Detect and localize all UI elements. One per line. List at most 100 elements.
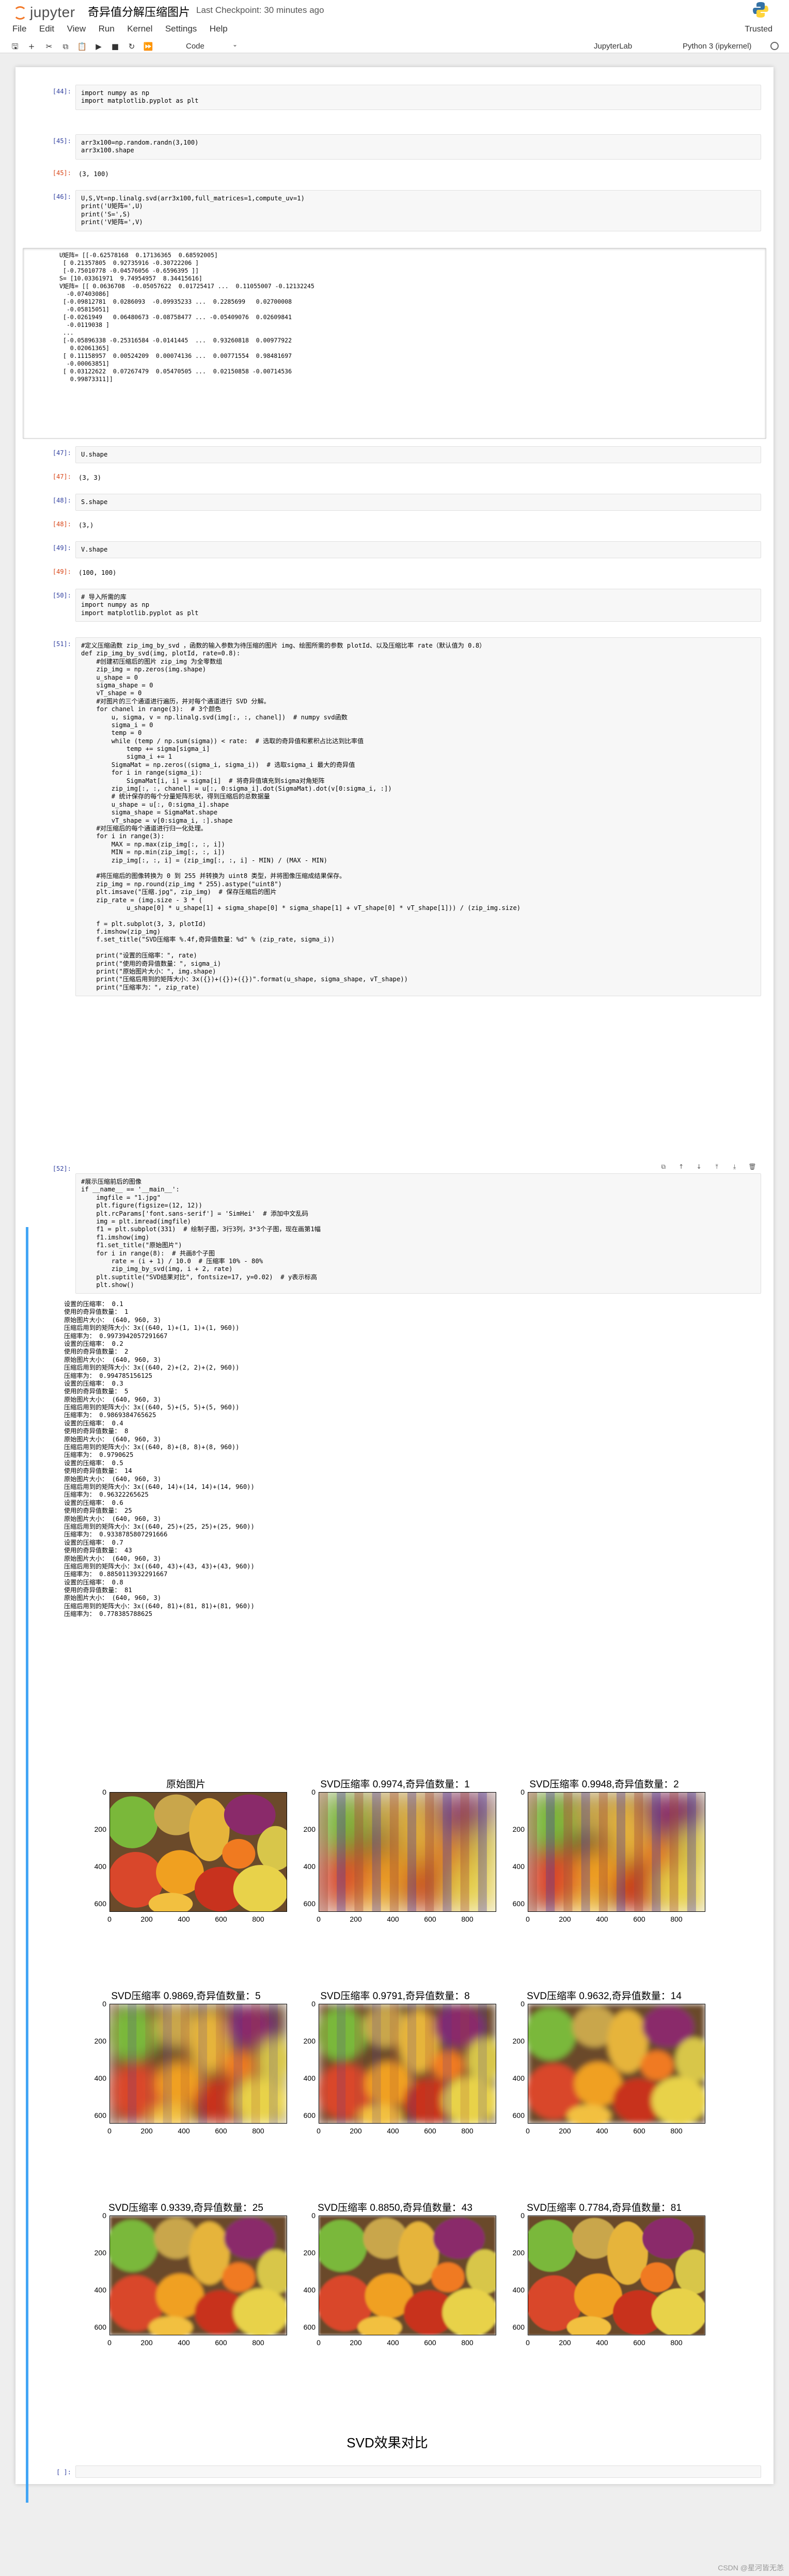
menu-view[interactable]: View — [67, 24, 86, 34]
fruit-shape — [640, 2050, 674, 2081]
code-line: plt.show() — [81, 1281, 134, 1289]
code-line: #定义压缩函数 zip_img_by_svd ，函数的输入参数为待压缩的图片 i… — [81, 642, 486, 649]
output-text: 原始图片大小： (640, 960, 3) — [64, 1554, 162, 1562]
y-tick-label: 0 — [311, 2211, 315, 2220]
y-tick-label: 400 — [512, 1862, 525, 1871]
code-cell[interactable]: [51]: #定义压缩函数 zip_img_by_svd ，函数的输入参数为待压… — [30, 635, 768, 1152]
code-line: plt.rcParams['font.sans-serif'] = 'SimHe… — [81, 1210, 308, 1217]
move-up-icon[interactable]: ↑ — [676, 1163, 686, 1172]
cut-icon[interactable]: ✂ — [43, 41, 55, 52]
code-editor[interactable]: S.shape — [75, 494, 761, 511]
y-tick-label: 400 — [94, 2074, 106, 2082]
code-line: temp += sigma[sigma_i] — [81, 745, 210, 753]
output-text: 使用的奇异值数量： 25 — [64, 1507, 132, 1515]
notebook-title[interactable]: 奇异值分解压缩图片 — [88, 3, 190, 20]
save-icon[interactable]: 🖫 — [9, 41, 21, 52]
subplot-axes — [319, 1792, 496, 1912]
input-prompt: [44]: — [52, 88, 71, 95]
jupyter-logo[interactable]: jupyter — [9, 4, 92, 22]
restart-run-all-icon[interactable]: ⏩ — [143, 41, 154, 52]
menu-settings[interactable]: Settings — [165, 24, 197, 34]
output-text: [-0.0261949 0.06480673 -0.08758477 ... -… — [59, 313, 292, 321]
delete-cell-icon[interactable]: 🗑 — [748, 1163, 757, 1172]
svd-band — [233, 2004, 243, 2123]
x-tick-label: 800 — [252, 2338, 264, 2347]
output-text: [-0.05896338 -0.25316584 -0.0141445 ... … — [59, 337, 292, 344]
watermark: CSDN @星河皆无恙 — [718, 2564, 784, 2572]
jupyter-orb-icon — [13, 6, 27, 20]
output-text: 压缩后用到的矩阵大小：3x((640, 8)+(8, 8)+(8, 960)) — [64, 1443, 240, 1451]
code-cell[interactable]: [48]: S.shape — [30, 492, 768, 511]
output-text: (3, 100) — [78, 170, 109, 178]
trusted-indicator[interactable]: Trusted — [745, 25, 772, 34]
scrolled-output[interactable]: U矩阵= [[-0.62578168 0.17136365 0.68592005… — [23, 248, 766, 439]
output-text: 设置的压缩率： 0.7 — [64, 1538, 123, 1546]
jupyterlab-link[interactable]: JupyterLab — [594, 42, 632, 51]
y-tick-label: 200 — [512, 1825, 525, 1833]
interrupt-icon[interactable]: ■ — [109, 41, 121, 52]
x-tick-label: 0 — [107, 2127, 112, 2135]
code-editor[interactable]: U,S,Vt=np.linalg.svd(arr3x100,full_matri… — [75, 190, 761, 231]
svd-band — [354, 1793, 364, 1911]
selected-cell-indicator — [26, 1227, 28, 2503]
svd-band — [372, 1793, 381, 1911]
insert-cell-icon[interactable]: + — [26, 41, 37, 52]
code-editor[interactable]: arr3x100=np.random.randn(3,100) arr3x100… — [75, 134, 761, 160]
subplot: SVD压缩率 0.9791,奇异值数量：8 0 200 400 600 0 200 400 60… — [287, 1988, 503, 2195]
svd-band — [478, 1793, 487, 1911]
x-tick-label: 800 — [670, 2127, 683, 2135]
code-cell[interactable]: [46]: U,S,Vt=np.linalg.svd(arr3x100,full… — [30, 188, 768, 231]
code-editor[interactable]: #展示压缩前后的图像 if __name__ == '__main__': img… — [75, 1173, 761, 1294]
code-line: #将压缩后的图像转换为 0 到 255 并转换为 uint8 类型，并将图像压缩… — [81, 872, 346, 880]
code-editor[interactable]: U.shape — [75, 446, 761, 464]
code-cell-selected[interactable]: [52]: ⧉ ↑ ↓ ⤒ ⤓ 🗑 #展示压缩前后的图像 if __name__ … — [30, 1160, 768, 1294]
move-down-icon[interactable]: ↓ — [695, 1163, 704, 1172]
menu-run[interactable]: Run — [99, 24, 115, 34]
svd-band — [180, 2004, 190, 2123]
subplot-title: 原始图片 — [166, 1779, 206, 1790]
subplot-title: SVD压缩率 0.9791,奇异值数量：8 — [320, 1991, 470, 2002]
y-tick-label: 600 — [303, 1899, 315, 1908]
code-cell[interactable]: [47]: U.shape — [30, 444, 768, 464]
cell-toolbar: ⧉ ↑ ↓ ⤒ ⤓ 🗑 — [653, 1162, 757, 1172]
code-line: for i in range(sigma_i): — [81, 769, 202, 777]
menu-kernel[interactable]: Kernel — [127, 24, 152, 34]
output-text: -0.0119038 ] — [59, 321, 109, 328]
run-icon[interactable]: ▶ — [93, 41, 104, 52]
x-tick-label: 0 — [107, 2338, 112, 2347]
duplicate-cell-icon[interactable]: ⧉ — [659, 1163, 668, 1172]
menu-edit[interactable]: Edit — [39, 24, 54, 34]
x-tick-label: 600 — [633, 2127, 645, 2135]
code-line: zip_rate = (img.size - 3 * ( — [81, 896, 202, 904]
svd-band — [319, 1793, 328, 1911]
insert-above-icon[interactable]: ⤒ — [712, 1163, 721, 1172]
code-editor[interactable]: #定义压缩函数 zip_img_by_svd ，函数的输入参数为待压缩的图片 i… — [75, 637, 761, 997]
code-editor[interactable]: import numpy as np import matplotlib.pyp… — [75, 85, 761, 110]
code-editor[interactable]: V.shape — [75, 541, 761, 559]
output-text: 0.99873311]] — [59, 375, 113, 383]
code-line: SigmaMat[i, i] = sigma[i] # 将奇异值填充到sigma… — [81, 777, 325, 784]
paste-icon[interactable]: 📋 — [76, 41, 88, 52]
code-line: #对图片的三个通道进行遍历，并对每个通道进行 SVD 分解。 — [81, 697, 270, 705]
insert-below-icon[interactable]: ⤓ — [730, 1163, 739, 1172]
svd-band — [128, 2004, 137, 2123]
menu-help[interactable]: Help — [210, 24, 228, 34]
svd-band — [145, 2004, 154, 2123]
code-cell[interactable]: [45]: arr3x100=np.random.randn(3,100) ar… — [30, 132, 768, 160]
code-cell[interactable]: [ ]: — [30, 2463, 768, 2482]
code-cell[interactable]: [49]: V.shape — [30, 539, 768, 559]
code-editor[interactable]: # 导入所需的库 import numpy as np import matplot… — [75, 589, 761, 622]
y-tick-label: 600 — [512, 1899, 525, 1908]
code-editor[interactable] — [75, 2465, 761, 2478]
copy-icon[interactable]: ⧉ — [60, 41, 71, 52]
menu-file[interactable]: File — [12, 24, 26, 34]
code-cell[interactable]: [44]: import numpy as np import matplotl… — [30, 83, 768, 113]
cell-type-select[interactable]: Code — [186, 42, 204, 51]
y-tick-label: 200 — [512, 2037, 525, 2045]
svd-figure: 原始图片 0 200 400 600 0 200 400 600 800 SVD压缩率 0.9974… — [77, 1777, 705, 2451]
code-line: import matplotlib.pyplot as plt — [81, 609, 199, 617]
code-cell[interactable]: [50]: # 导入所需的库 import numpy as np import m… — [30, 587, 768, 622]
kernel-name[interactable]: Python 3 (ipykernel) — [683, 42, 751, 51]
fruit-image — [528, 2004, 705, 2123]
restart-icon[interactable]: ↻ — [126, 41, 137, 52]
